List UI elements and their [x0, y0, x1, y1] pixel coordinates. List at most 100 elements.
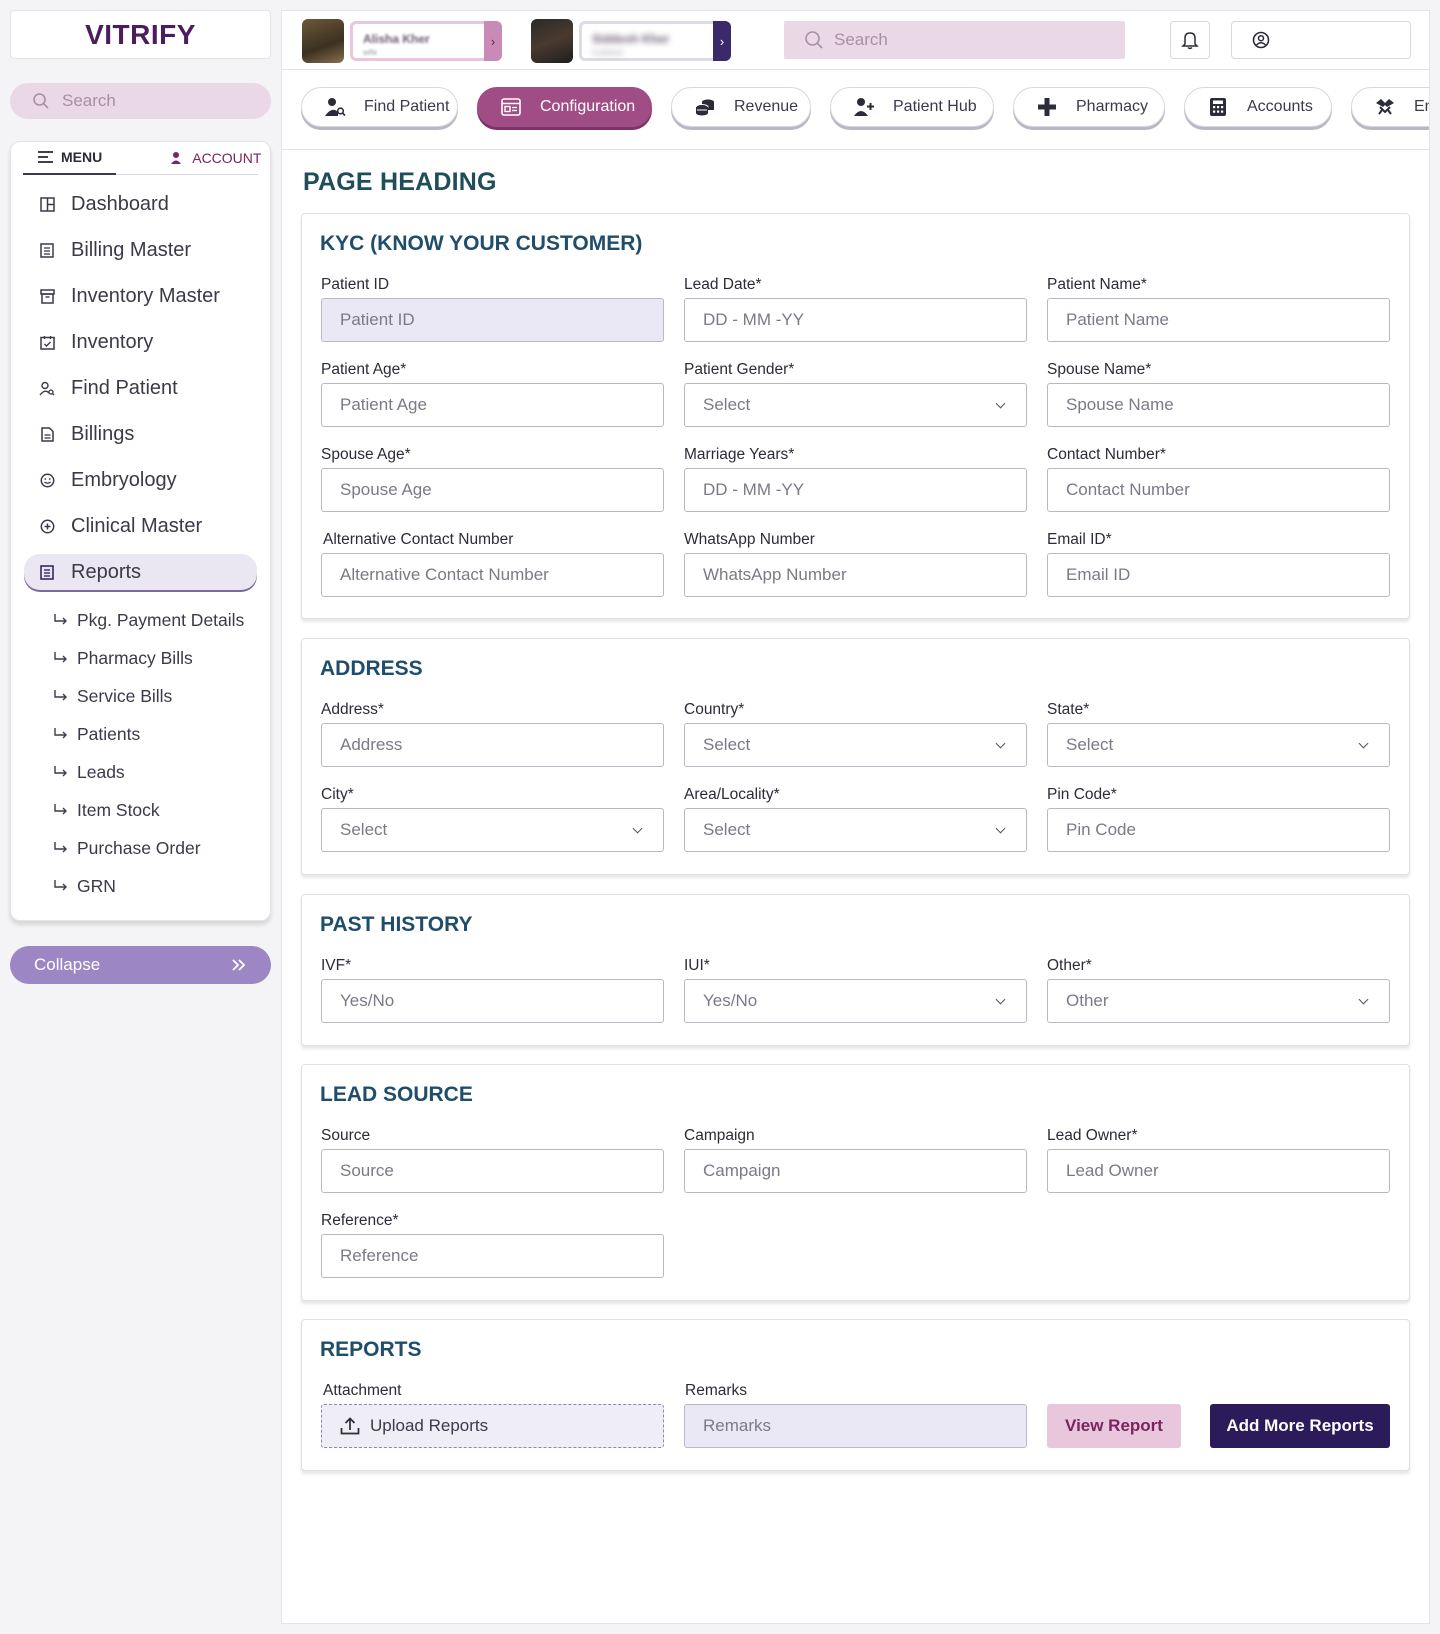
submenu-item-patients[interactable]: Patients — [11, 715, 270, 753]
submenu-item-pharmacy-bills[interactable]: Pharmacy Bills — [11, 639, 270, 677]
field-placeholder: Campaign — [703, 1161, 781, 1180]
field-placeholder: DD - MM -YY — [703, 310, 805, 329]
bell-icon — [1181, 32, 1199, 50]
search-icon — [805, 31, 823, 49]
sidebar-item-label: Inventory Master — [71, 284, 220, 307]
sidebar-item-embryology[interactable]: Embryology — [11, 457, 270, 503]
sidebar-search-input[interactable]: Search — [10, 83, 271, 119]
sidebar-item-find-patient[interactable]: Find Patient — [11, 365, 270, 411]
campaign-field[interactable]: Campaign — [684, 1149, 1027, 1193]
top-search-input[interactable]: Search — [784, 21, 1125, 59]
module-patient-hub[interactable]: Patient Hub — [830, 87, 994, 127]
logo[interactable]: VITRIFY — [10, 10, 271, 59]
medical-cross-icon — [1036, 96, 1058, 118]
module-em[interactable]: Em — [1351, 87, 1429, 127]
sidebar-nav: Dashboard Billing Master Inventory Maste… — [11, 175, 270, 590]
patient-gender-select[interactable]: Select — [684, 383, 1027, 427]
remarks-field[interactable]: Remarks — [684, 1404, 1027, 1448]
module-pharmacy[interactable]: Pharmacy — [1013, 87, 1165, 127]
alternative-contact-field[interactable]: Alternative Contact Number — [321, 553, 664, 597]
patient-card-1[interactable]: Alisha Kher wife › — [302, 19, 502, 63]
submenu-item-item-stock[interactable]: Item Stock — [11, 791, 270, 829]
archive-icon — [39, 288, 55, 304]
reference-field[interactable]: Reference — [321, 1234, 664, 1278]
sidebar-item-label: Reports — [71, 560, 142, 583]
ivf-field[interactable]: Yes/No — [321, 979, 664, 1023]
sidebar-item-clinical-master[interactable]: Clinical Master — [11, 503, 270, 549]
submenu-item-grn[interactable]: GRN — [11, 867, 270, 905]
submenu-item-pkg-payment-details[interactable]: Pkg. Payment Details — [11, 601, 270, 639]
sidebar-item-reports[interactable]: Reports — [24, 554, 257, 590]
marriage-years-field[interactable]: DD - MM -YY — [684, 468, 1027, 512]
section-title: LEAD SOURCE — [320, 1083, 473, 1106]
patient-name: Siddesh Kher — [592, 32, 670, 46]
sidebar-item-label: Clinical Master — [71, 514, 203, 537]
chevron-right-icon[interactable]: › — [713, 21, 731, 61]
patient-age-field[interactable]: Patient Age — [321, 383, 664, 427]
tab-menu[interactable]: MENU — [23, 142, 117, 175]
user-menu-button[interactable] — [1231, 21, 1411, 59]
patient-id-field: Patient ID — [321, 298, 664, 342]
field-placeholder: Lead Owner — [1066, 1161, 1159, 1180]
country-select[interactable]: Select — [684, 723, 1027, 767]
menu-icon — [38, 151, 53, 163]
area-locality-select[interactable]: Select — [684, 808, 1027, 852]
subitem-arrow-icon — [54, 842, 67, 853]
iui-select[interactable]: Yes/No — [684, 979, 1027, 1023]
patient-name-field[interactable]: Patient Name — [1047, 298, 1390, 342]
submenu-item-label: Leads — [77, 761, 125, 782]
submenu-item-label: Pharmacy Bills — [77, 647, 193, 668]
lead-date-field[interactable]: DD - MM -YY — [684, 298, 1027, 342]
submenu-item-leads[interactable]: Leads — [11, 753, 270, 791]
field-placeholder: Remarks — [703, 1416, 772, 1435]
field-label: State* — [1047, 701, 1090, 718]
submenu-item-service-bills[interactable]: Service Bills — [11, 677, 270, 715]
field-label: Area/Locality* — [684, 786, 780, 803]
whatsapp-number-field[interactable]: WhatsApp Number — [684, 553, 1027, 597]
notifications-button[interactable] — [1170, 21, 1210, 59]
submenu-item-label: Service Bills — [77, 685, 173, 706]
smile-circle-icon — [39, 472, 55, 488]
patient-card-2[interactable]: Siddesh Kher husband › — [531, 19, 731, 63]
city-select[interactable]: Select — [321, 808, 664, 852]
sidebar-item-billings[interactable]: Billings — [11, 411, 270, 457]
field-placeholder: DD - MM -YY — [703, 480, 805, 499]
module-configuration[interactable]: Configuration — [477, 87, 652, 127]
lead-owner-field[interactable]: Lead Owner — [1047, 1149, 1390, 1193]
view-report-button[interactable]: View Report — [1047, 1404, 1181, 1448]
field-label: Email ID* — [1047, 531, 1112, 548]
sidebar-item-inventory[interactable]: Inventory — [11, 319, 270, 365]
collapse-button[interactable]: Collapse — [10, 946, 271, 984]
module-revenue[interactable]: Revenue — [671, 87, 811, 127]
sidebar-item-dashboard[interactable]: Dashboard — [11, 181, 270, 227]
subitem-arrow-icon — [54, 614, 67, 625]
tab-account[interactable]: ACCOUNT — [156, 142, 275, 175]
field-placeholder: Address — [340, 735, 403, 754]
submenu-item-purchase-order[interactable]: Purchase Order — [11, 829, 270, 867]
submenu-item-label: Item Stock — [77, 799, 160, 820]
source-field[interactable]: Source — [321, 1149, 664, 1193]
pin-code-field[interactable]: Pin Code — [1047, 808, 1390, 852]
module-accounts[interactable]: Accounts — [1184, 87, 1332, 127]
module-find-patient[interactable]: Find Patient — [301, 87, 458, 127]
topbar: Alisha Kher wife › Siddesh Kher husband … — [282, 11, 1429, 70]
field-placeholder: Contact Number — [1066, 480, 1190, 499]
sidebar-item-billing-master[interactable]: Billing Master — [11, 227, 270, 273]
other-select[interactable]: Other — [1047, 979, 1390, 1023]
spouse-age-field[interactable]: Spouse Age — [321, 468, 664, 512]
module-label: Em — [1414, 98, 1429, 115]
contact-number-field[interactable]: Contact Number — [1047, 468, 1390, 512]
upload-reports-button[interactable]: Upload Reports — [321, 1404, 664, 1448]
add-more-reports-button[interactable]: Add More Reports — [1210, 1404, 1390, 1448]
email-id-field[interactable]: Email ID — [1047, 553, 1390, 597]
state-select[interactable]: Select — [1047, 723, 1390, 767]
address-field[interactable]: Address — [321, 723, 664, 767]
chevron-right-icon[interactable]: › — [484, 21, 502, 61]
kyc-section: KYC (KNOW YOUR CUSTOMER) Patient ID Pati… — [301, 213, 1410, 619]
field-placeholder: Patient Age — [340, 395, 427, 414]
subitem-arrow-icon — [54, 652, 67, 663]
past-history-section: PAST HISTORY IVF* Yes/No IUI* Yes/No Oth… — [301, 894, 1410, 1046]
sidebar-item-inventory-master[interactable]: Inventory Master — [11, 273, 270, 319]
tab-menu-label: MENU — [61, 149, 103, 165]
spouse-name-field[interactable]: Spouse Name — [1047, 383, 1390, 427]
